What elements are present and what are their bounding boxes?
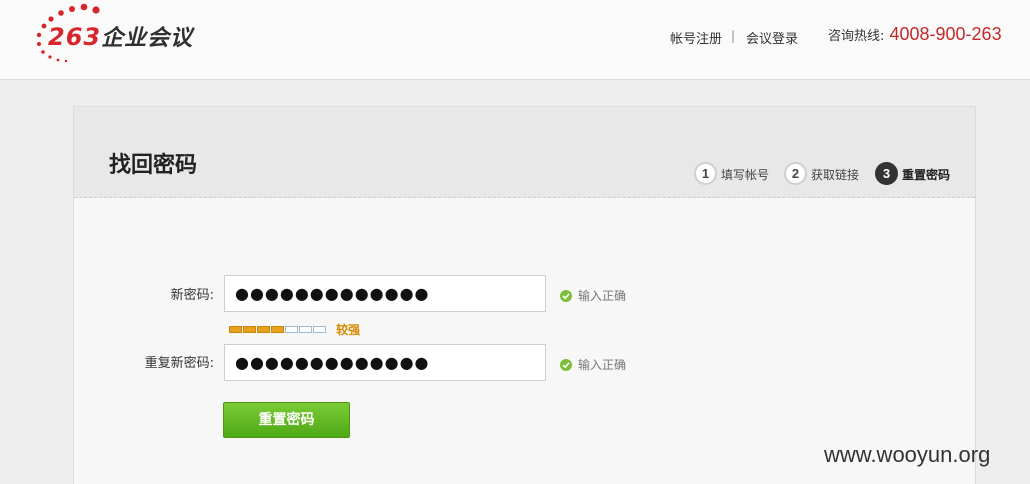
strength-segment xyxy=(229,326,242,333)
page-title: 找回密码 xyxy=(109,153,198,178)
step-label: 填写帐号 xyxy=(721,168,770,182)
logo-label: 企业会议 xyxy=(101,26,194,51)
new-password-status: 输入正确 xyxy=(560,287,626,304)
hotline: 咨询热线: 4008-900-263 xyxy=(828,24,1002,45)
strength-segment xyxy=(313,326,326,333)
reset-password-panel: 找回密码 1 填写帐号 2 获取链接 3 重置密码 新密码: 输入正确 较强 重… xyxy=(73,106,976,484)
hotline-label: 咨询热线: xyxy=(828,29,885,44)
strength-segment xyxy=(299,326,312,333)
strength-label: 较强 xyxy=(336,323,361,337)
watermark: www.wooyun.org xyxy=(824,442,991,467)
meeting-login-link[interactable]: 会议登录 xyxy=(746,28,798,47)
repeat-password-label: 重复新密码: xyxy=(144,356,214,371)
step-number: 2 xyxy=(784,162,807,185)
repeat-password-status: 输入正确 xyxy=(560,356,626,373)
logo-text: 263企业会议 xyxy=(48,20,193,52)
strength-segment xyxy=(285,326,298,333)
step-label: 获取链接 xyxy=(811,168,860,182)
password-strength-meter: 较强 xyxy=(229,319,360,337)
step-label: 重置密码 xyxy=(902,168,951,182)
site-header: 263企业会议 帐号注册 | 会议登录 咨询热线: 4008-900-263 xyxy=(0,0,1030,80)
check-icon xyxy=(560,358,572,371)
new-password-label: 新密码: xyxy=(170,288,214,303)
logo-number: 263 xyxy=(48,23,102,51)
panel-header: 找回密码 1 填写帐号 2 获取链接 3 重置密码 xyxy=(74,107,975,198)
repeat-password-status-text: 输入正确 xyxy=(578,358,627,372)
nav-separator: | xyxy=(731,29,736,43)
step-number: 3 xyxy=(875,162,898,185)
reset-password-button[interactable]: 重置密码 xyxy=(223,402,350,438)
strength-segment xyxy=(271,326,284,333)
logo[interactable]: 263企业会议 xyxy=(34,2,234,64)
new-password-status-text: 输入正确 xyxy=(578,289,627,303)
new-password-input[interactable] xyxy=(224,275,546,312)
strength-segment xyxy=(257,326,270,333)
step-number: 1 xyxy=(694,162,717,185)
register-link[interactable]: 帐号注册 xyxy=(670,28,722,47)
repeat-password-input[interactable] xyxy=(224,344,546,381)
hotline-number: 4008-900-263 xyxy=(889,24,1002,44)
strength-segment xyxy=(243,326,256,333)
check-icon xyxy=(560,289,572,302)
